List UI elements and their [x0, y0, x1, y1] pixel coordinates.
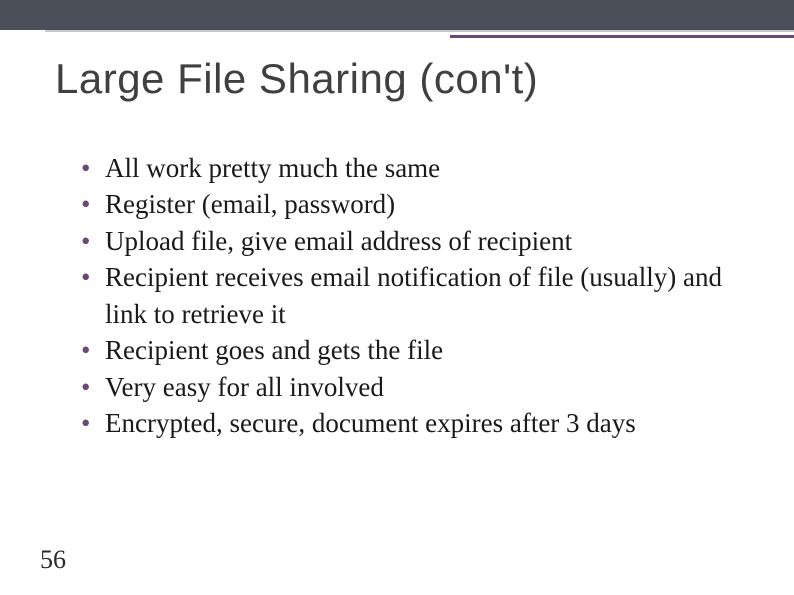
divider-accent: [450, 35, 794, 38]
page-number: 56: [40, 545, 66, 575]
list-item: All work pretty much the same: [75, 150, 739, 186]
list-item: Encrypted, secure, document expires afte…: [75, 405, 739, 441]
list-item: Recipient receives email notification of…: [75, 259, 739, 332]
bullet-list: All work pretty much the same Register (…: [75, 150, 739, 442]
top-bar: [0, 0, 794, 30]
slide-title: Large File Sharing (con't): [55, 55, 538, 103]
divider-group: [0, 30, 794, 40]
list-item: Recipient goes and gets the file: [75, 332, 739, 368]
divider-gray: [45, 30, 794, 32]
list-item: Upload file, give email address of recip…: [75, 223, 739, 259]
list-item: Very easy for all involved: [75, 369, 739, 405]
list-item: Register (email, password): [75, 186, 739, 222]
slide: Large File Sharing (con't) All work pret…: [0, 0, 794, 595]
slide-content: All work pretty much the same Register (…: [75, 150, 739, 442]
